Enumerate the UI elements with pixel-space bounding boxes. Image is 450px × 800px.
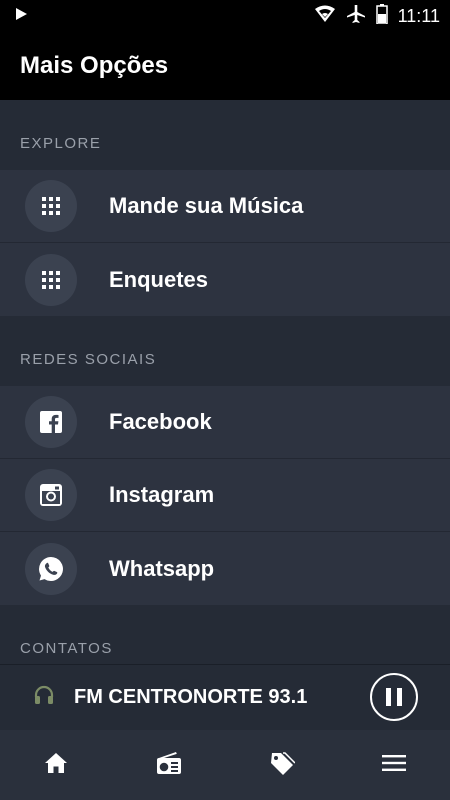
list-item-label: Instagram (109, 482, 215, 507)
section-header-contatos: CONTATOS (20, 640, 113, 657)
nav-tags-button[interactable] (251, 735, 311, 795)
list-item-label: Enquetes (109, 266, 209, 292)
mini-player[interactable]: FM CENTRONORTE 93.1 (0, 664, 450, 730)
station-name: FM CENTRONORTE 93.1 (74, 686, 308, 708)
list-item-mande-sua-musica[interactable]: Mande sua Música (0, 170, 450, 243)
airplane-icon (346, 4, 366, 29)
list-item-instagram[interactable]: Instagram (0, 459, 450, 532)
list-item-enquetes[interactable]: Enquetes (0, 243, 450, 316)
wifi-icon (314, 5, 336, 28)
options-list[interactable]: EXPLORE Mande sua Música Enquetes REDES … (0, 100, 450, 664)
nav-menu-button[interactable] (364, 735, 424, 795)
facebook-icon (25, 396, 77, 448)
instagram-icon (25, 469, 77, 521)
battery-icon (375, 3, 388, 29)
pause-icon-bar (397, 688, 402, 706)
status-bar: 11:11 (0, 0, 450, 32)
headphones-icon (34, 685, 54, 710)
section-header-redes-sociais: REDES SOCIAIS (20, 351, 157, 368)
nav-radio-button[interactable] (139, 735, 199, 795)
page-title: Mais Opções (20, 52, 169, 79)
list-item-label: Mande sua Música (109, 193, 304, 218)
tag-icon (267, 750, 296, 781)
list-item-facebook[interactable]: Facebook (0, 386, 450, 459)
status-time: 11:11 (397, 5, 440, 26)
section-header-explore: EXPLORE (20, 135, 102, 152)
list-item-label: Facebook (109, 409, 212, 434)
radio-icon (156, 751, 182, 780)
home-icon (44, 752, 68, 779)
play-indicator-icon (14, 7, 28, 26)
bottom-nav (0, 730, 450, 800)
pause-button[interactable] (370, 673, 418, 721)
list-item-label: Whatsapp (109, 555, 215, 581)
grid-icon (25, 180, 77, 232)
section-explore: Mande sua Música Enquetes (0, 170, 450, 316)
status-icons: 11:11 (314, 3, 440, 29)
whatsapp-icon (25, 542, 77, 595)
app-bar: Mais Opções (0, 32, 450, 100)
grid-icon (25, 253, 77, 306)
menu-icon (381, 754, 406, 777)
nav-home-button[interactable] (26, 735, 86, 795)
list-item-whatsapp[interactable]: Whatsapp (0, 532, 450, 605)
pause-icon (386, 688, 391, 706)
section-redes-sociais: Facebook Instagram Whatsapp (0, 386, 450, 605)
